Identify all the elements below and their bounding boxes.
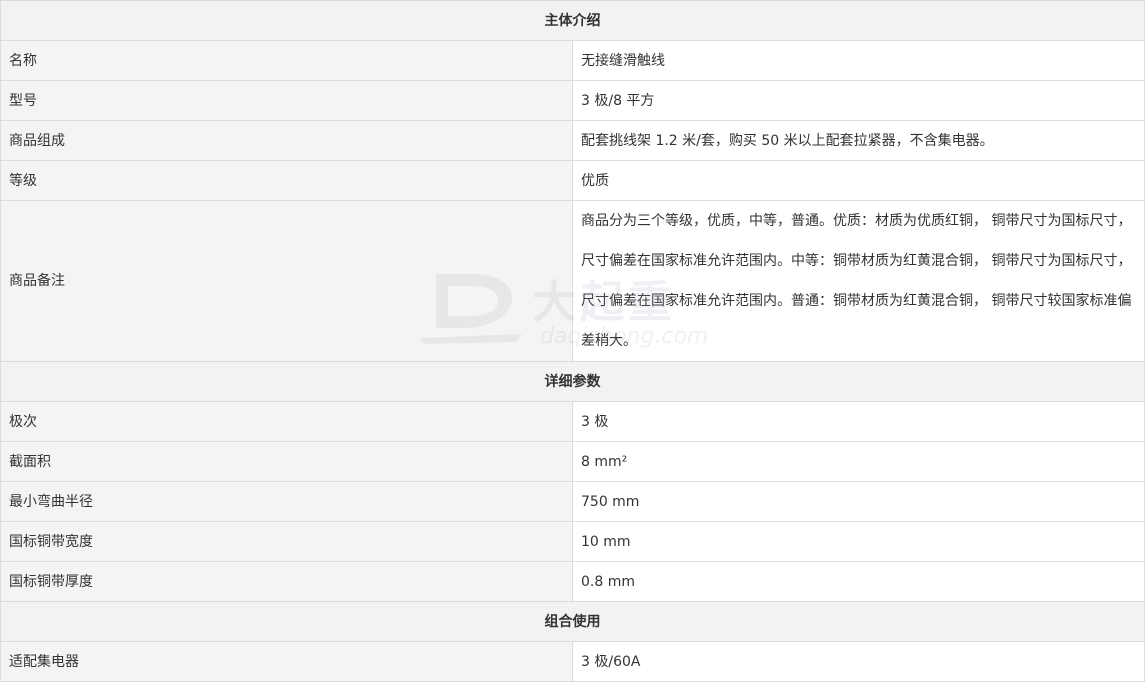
row-value: 3 极/60A: [572, 641, 1145, 682]
row-label: 等级: [0, 160, 573, 201]
row-value: 10 mm: [572, 521, 1145, 562]
table-row-strip-thickness: 国标铜带厚度 0.8 mm: [0, 561, 1145, 602]
row-label: 国标铜带厚度: [0, 561, 573, 602]
section-title-intro: 主体介绍: [0, 0, 1145, 41]
row-label: 极次: [0, 401, 573, 442]
table-row-remarks: 商品备注 商品分为三个等级，优质，中等，普通。优质：材质为优质红铜， 铜带尺寸为…: [0, 200, 1145, 362]
section-title-params: 详细参数: [0, 361, 1145, 402]
table-row-strip-width: 国标铜带宽度 10 mm: [0, 521, 1145, 562]
row-value: 商品分为三个等级，优质，中等，普通。优质：材质为优质红铜， 铜带尺寸为国标尺寸，…: [572, 200, 1145, 362]
row-value: 配套挑线架 1.2 米/套，购买 50 米以上配套拉紧器，不含集电器。: [572, 120, 1145, 161]
table-row-collector: 适配集电器 3 极/60A: [0, 641, 1145, 682]
row-label: 商品组成: [0, 120, 573, 161]
table-row-bend-radius: 最小弯曲半径 750 mm: [0, 481, 1145, 522]
table-row-grade: 等级 优质: [0, 160, 1145, 201]
section-header-params: 详细参数: [0, 361, 1145, 402]
row-value: 0.8 mm: [572, 561, 1145, 602]
table-row-composition: 商品组成 配套挑线架 1.2 米/套，购买 50 米以上配套拉紧器，不含集电器。: [0, 120, 1145, 161]
row-value: 750 mm: [572, 481, 1145, 522]
section-title-combo: 组合使用: [0, 601, 1145, 642]
row-value: 无接缝滑触线: [572, 40, 1145, 81]
table-row-poles: 极次 3 极: [0, 401, 1145, 442]
row-label: 名称: [0, 40, 573, 81]
section-header-intro: 主体介绍: [0, 0, 1145, 41]
row-label: 最小弯曲半径: [0, 481, 573, 522]
row-label: 截面积: [0, 441, 573, 482]
row-value: 3 极/8 平方: [572, 80, 1145, 121]
table-row-model: 型号 3 极/8 平方: [0, 80, 1145, 121]
section-header-combo: 组合使用: [0, 601, 1145, 642]
row-label: 国标铜带宽度: [0, 521, 573, 562]
spec-table: 主体介绍 名称 无接缝滑触线 型号 3 极/8 平方 商品组成 配套挑线架 1.…: [0, 0, 1145, 682]
row-value: 3 极: [572, 401, 1145, 442]
row-value: 优质: [572, 160, 1145, 201]
table-row-name: 名称 无接缝滑触线: [0, 40, 1145, 81]
row-label: 适配集电器: [0, 641, 573, 682]
row-label: 商品备注: [0, 200, 573, 362]
row-label: 型号: [0, 80, 573, 121]
table-row-cross-section: 截面积 8 mm²: [0, 441, 1145, 482]
row-value: 8 mm²: [572, 441, 1145, 482]
